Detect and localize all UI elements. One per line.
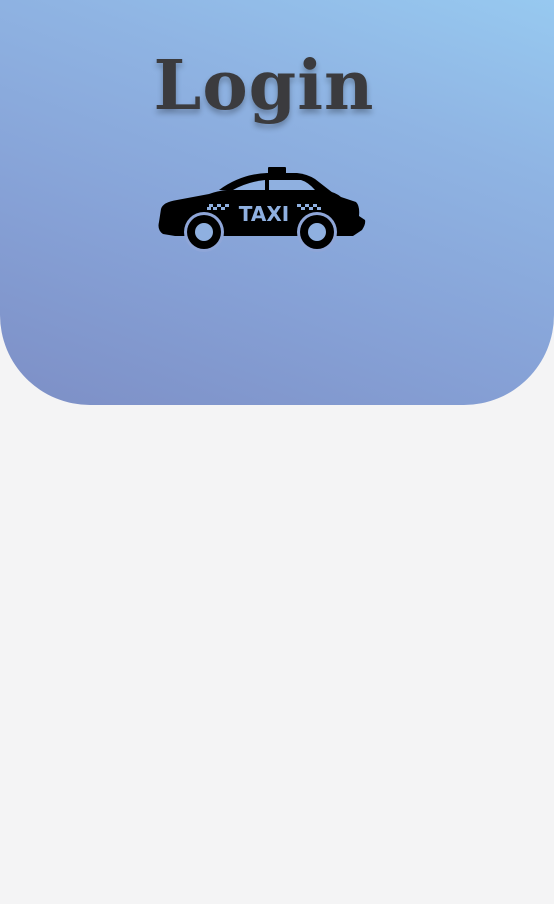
page-title: Login — [153, 46, 375, 126]
taxi-car-icon: TAXI — [157, 164, 371, 254]
taxi-text: TAXI — [239, 202, 289, 226]
login-header-panel: Login TAXI — [0, 0, 554, 405]
